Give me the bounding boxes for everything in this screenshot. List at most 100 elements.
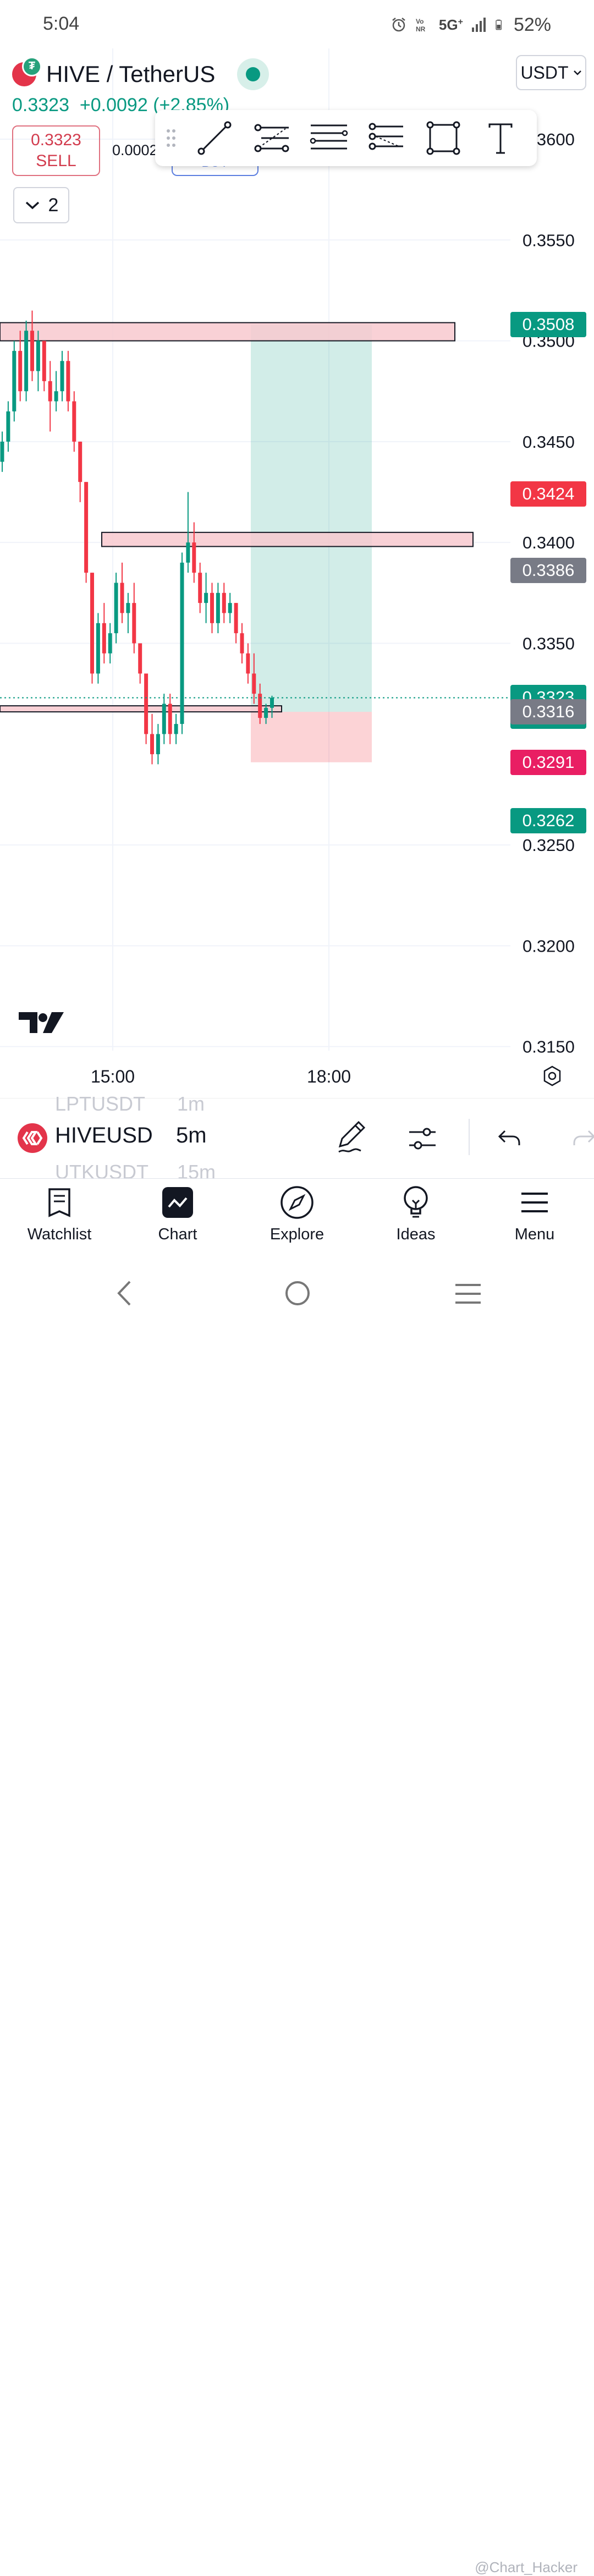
price-chart[interactable]: 0.36000.35500.35000.34500.34000.33500.32… [0,48,594,1100]
chart-icon [162,1187,193,1218]
sell-label: SELL [36,152,76,170]
symbol-title[interactable]: HIVE / TetherUS [46,61,215,87]
candle-body [156,734,160,755]
candle-body [90,573,94,674]
candle-body [96,623,100,674]
candle-body [264,707,268,718]
candle-body [138,643,142,674]
candle-body [30,331,34,371]
status-icons: Vo NR 5G+ 52% [391,11,594,39]
indicators-collapse-button[interactable]: 2 [13,187,69,223]
system-navigation-bar: @Chart_Hacker [0,1260,594,2575]
candle-body [174,724,178,734]
market-status-icon[interactable] [237,58,270,90]
chevron-down-icon [25,201,39,210]
parallel-channel-icon [310,124,348,150]
ghost-interval-prev[interactable]: 1m [177,1092,205,1116]
price-axis-label: 0.3450 [522,432,575,452]
trend-line-icon [197,121,232,155]
candle-body [72,401,76,442]
candle-body [36,340,40,371]
trend-line-tool[interactable] [186,110,243,166]
recent-apps-icon[interactable] [454,1282,482,1306]
chart-settings-icon[interactable] [541,1065,563,1087]
toolbar-divider [469,1119,470,1155]
drawing-toolbar [155,110,537,166]
undo-icon[interactable] [496,1124,524,1152]
tradingview-logo-icon [19,1012,64,1033]
text-icon [488,123,513,154]
nav-explore[interactable]: Explore [253,1185,341,1251]
sell-price: 0.3323 [31,131,81,149]
battery-percent: 52% [513,14,551,35]
redo-icon[interactable] [570,1124,594,1152]
candle-body [216,592,220,623]
currency-dropdown[interactable]: USDT [516,55,586,90]
candle-body [132,603,136,644]
price-badge-value: 0.3424 [522,484,575,504]
candle-body [228,603,232,613]
candle-body [186,542,190,563]
candle-body [198,573,202,603]
candle-body [240,633,244,653]
candle-body [54,391,58,402]
nav-chart-label: Chart [158,1226,197,1243]
svg-text:Vo: Vo [416,18,424,25]
drawing-pencil-icon[interactable] [334,1119,369,1155]
candle-body [12,350,16,411]
symbol-header[interactable]: ₮ HIVE / TetherUS [12,55,270,94]
candle-body [120,583,124,613]
rectangle-tool[interactable] [415,110,472,166]
battery-icon [496,19,502,30]
signal-icon [471,18,486,32]
support-zone-lower [0,705,282,713]
candle-body [144,673,148,734]
candle-body [270,697,274,708]
text-tool[interactable] [472,110,529,166]
nav-menu-label: Menu [514,1226,555,1243]
indicators-adjust-icon[interactable] [406,1122,439,1155]
status-time: 5:04 [43,13,80,34]
candle-body [222,592,226,613]
hamburger-menu-icon [521,1193,548,1212]
resistance-zone-middle [101,531,474,547]
price-axis-label: 0.3200 [522,936,575,955]
price-axis-label: 0.3550 [522,230,575,250]
candle-body [78,441,82,482]
time-axis-label: 15:00 [91,1067,135,1086]
fib-retracement-icon [254,124,289,152]
time-axis-label: 18:00 [307,1067,351,1086]
nav-watchlist-label: Watchlist [27,1226,92,1243]
regression-trend-icon [369,123,403,150]
candle-body [162,704,166,734]
price-badge: 0.3424 [510,481,586,507]
candle-body [108,633,112,653]
ghost-symbol-prev[interactable]: LPTUSDT [55,1092,152,1116]
parallel-channel-tool[interactable] [300,110,358,166]
price-badge: 0.3262 [510,808,586,834]
price-axis-label: 0.3150 [522,1037,575,1057]
price-axis-label: 0.3250 [522,836,575,855]
candle-body [6,411,10,442]
drag-handle-icon[interactable] [155,110,186,166]
candle-body [114,583,118,634]
regression-trend-tool[interactable] [358,110,415,166]
nav-menu[interactable]: Menu [491,1185,579,1251]
back-icon[interactable] [113,1279,135,1307]
home-icon[interactable] [284,1279,311,1307]
candle-body [204,592,208,603]
symbol-selector[interactable]: HIVEUSDT [55,1123,152,1148]
price-badge-value: 0.3316 [522,702,575,722]
candle-body [234,603,238,634]
nav-watchlist[interactable]: Watchlist [15,1185,103,1251]
candle-body [192,542,196,573]
interval-selector[interactable]: 5m [176,1123,207,1148]
nav-ideas[interactable]: Ideas [372,1185,460,1251]
candle-body [60,361,64,392]
compass-icon [280,1186,314,1219]
candle-body [48,381,52,402]
lightbulb-icon [404,1186,428,1218]
nav-chart[interactable]: Chart [134,1185,222,1251]
fib-retracement-tool[interactable] [243,110,300,166]
sell-button[interactable]: 0.3323 SELL [12,125,100,176]
